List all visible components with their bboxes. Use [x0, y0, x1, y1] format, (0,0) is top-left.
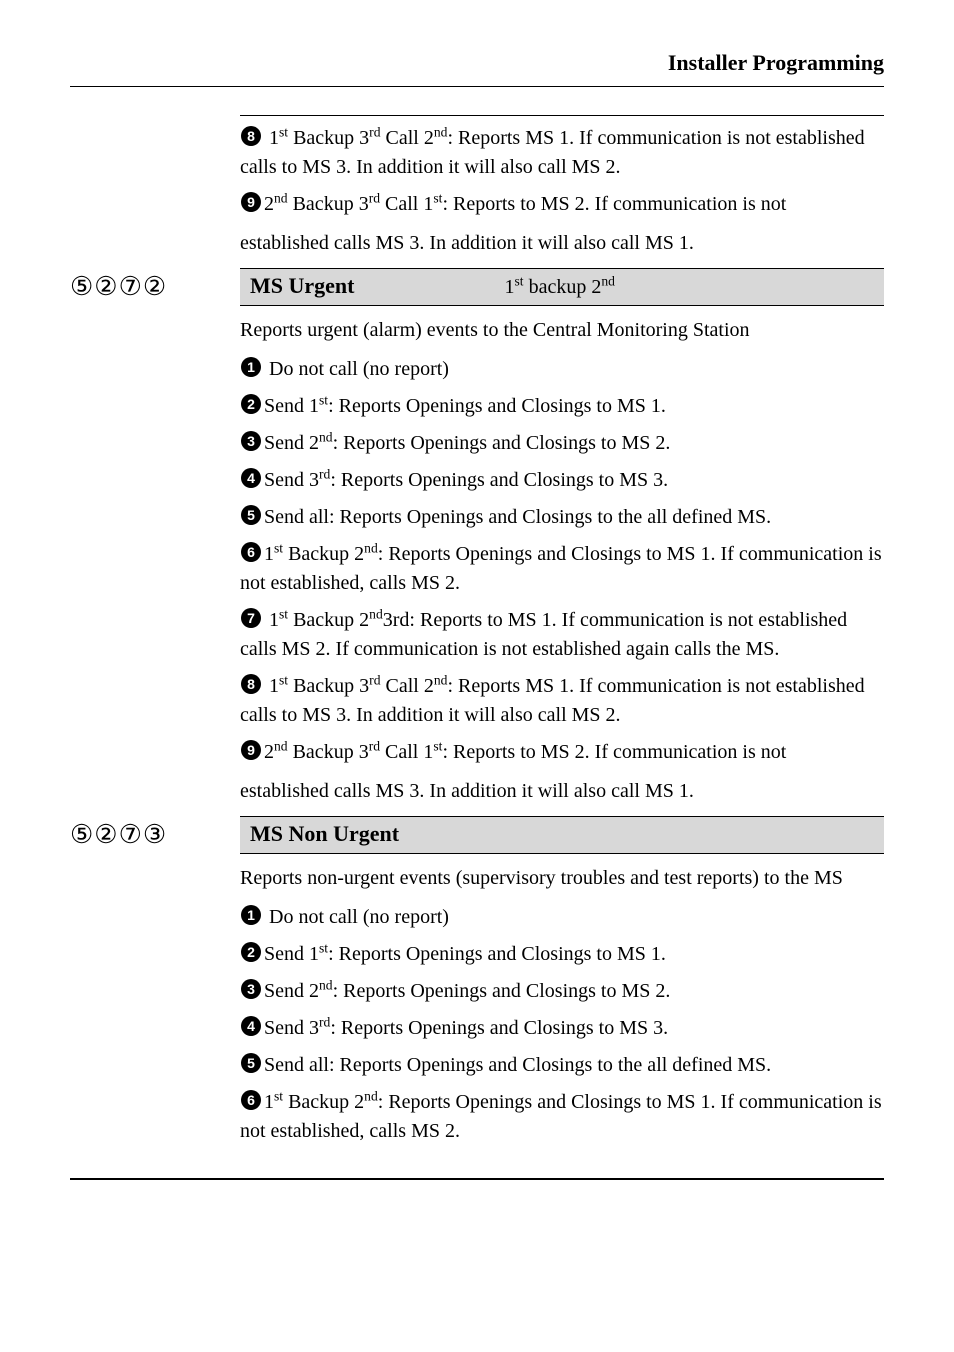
bullet-1-icon: 1 — [240, 356, 262, 378]
bullet-7-icon: 7 — [240, 607, 262, 629]
bullet-4-icon: 4 — [240, 467, 262, 489]
header-rule — [70, 86, 884, 87]
bullet-9-icon: 9 — [240, 191, 262, 213]
prelude-item: 8 1st Backup 3rd Call 2nd: Reports MS 1.… — [240, 124, 884, 182]
footer-rule — [70, 1178, 884, 1180]
list-item: 8 1st Backup 3rd Call 2nd: Reports MS 1.… — [240, 672, 884, 730]
bullet-6-icon: 6 — [240, 1089, 262, 1111]
section-tail: established calls MS 3. In addition it w… — [240, 777, 884, 806]
list-item: 5Send all: Reports Openings and Closings… — [240, 1051, 884, 1080]
section-row: ⑤②⑦③ MS Non Urgent Reports non-urgent even… — [70, 816, 884, 1154]
svg-text:7: 7 — [247, 610, 255, 626]
section-code: ⑤②⑦② — [70, 268, 240, 300]
section-title: MS Urgent — [250, 273, 354, 299]
list-item: 61st Backup 2nd: Reports Openings and Cl… — [240, 1088, 884, 1146]
prelude-content: 8 1st Backup 3rd Call 2nd: Reports MS 1.… — [240, 115, 884, 268]
prelude-item: 92nd Backup 3rd Call 1st: Reports to MS … — [240, 190, 884, 219]
section-header-bar: MS Non Urgent — [240, 816, 884, 854]
section-content: MS Urgent 1st backup 2nd Reports urgent (a… — [240, 268, 884, 816]
list-item: 4Send 3rd: Reports Openings and Closings… — [240, 1014, 884, 1043]
svg-text:4: 4 — [247, 470, 255, 486]
section-content: MS Non Urgent Reports non-urgent events (… — [240, 816, 884, 1154]
bullet-3-icon: 3 — [240, 430, 262, 452]
svg-text:9: 9 — [247, 194, 255, 210]
list-item: 7 1st Backup 2nd3rd: Reports to MS 1. If… — [240, 606, 884, 664]
list-item: 1 Do not call (no report) — [240, 355, 884, 384]
bullet-2-icon: 2 — [240, 941, 262, 963]
svg-text:6: 6 — [247, 1092, 255, 1108]
svg-text:5: 5 — [247, 1055, 255, 1071]
list-item: 3Send 2nd: Reports Openings and Closings… — [240, 429, 884, 458]
svg-text:2: 2 — [247, 944, 255, 960]
bullet-3-icon: 3 — [240, 978, 262, 1000]
bullet-8-icon: 8 — [240, 125, 262, 147]
svg-text:3: 3 — [247, 981, 255, 997]
section-title: MS Non Urgent — [250, 821, 399, 847]
section-intro: Reports non-urgent events (supervisory t… — [240, 864, 884, 893]
svg-text:1: 1 — [247, 359, 255, 375]
list-item: 92nd Backup 3rd Call 1st: Reports to MS … — [240, 738, 884, 767]
bullet-6-icon: 6 — [240, 541, 262, 563]
svg-text:1: 1 — [247, 907, 255, 923]
bullet-8-icon: 8 — [240, 673, 262, 695]
section-intro: Reports urgent (alarm) events to the Cen… — [240, 316, 884, 345]
section-code: ⑤②⑦③ — [70, 816, 240, 848]
list-item: 2Send 1st: Reports Openings and Closings… — [240, 940, 884, 969]
svg-text:5: 5 — [247, 507, 255, 523]
svg-text:8: 8 — [247, 128, 255, 144]
bullet-5-icon: 5 — [240, 504, 262, 526]
section-row: ⑤②⑦② MS Urgent 1st backup 2nd Reports urgen… — [70, 268, 884, 816]
svg-text:6: 6 — [247, 544, 255, 560]
list-item: 61st Backup 2nd: Reports Openings and Cl… — [240, 540, 884, 598]
list-item: 2Send 1st: Reports Openings and Closings… — [240, 392, 884, 421]
svg-text:9: 9 — [247, 742, 255, 758]
bullet-9-icon: 9 — [240, 739, 262, 761]
bullet-4-icon: 4 — [240, 1015, 262, 1037]
list-item: 4Send 3rd: Reports Openings and Closings… — [240, 466, 884, 495]
prelude-top-rule — [240, 115, 884, 116]
section-header-bar: MS Urgent 1st backup 2nd — [240, 268, 884, 306]
prelude-tail: established calls MS 3. In addition it w… — [240, 229, 884, 258]
svg-text:2: 2 — [247, 396, 255, 412]
svg-text:4: 4 — [247, 1018, 255, 1034]
section-subtitle: 1st backup 2nd — [504, 276, 614, 299]
svg-text:8: 8 — [247, 676, 255, 692]
page: Installer Programming 8 1st Backup 3rd C… — [0, 0, 954, 1352]
list-item: 1 Do not call (no report) — [240, 903, 884, 932]
bullet-5-icon: 5 — [240, 1052, 262, 1074]
list-item: 3Send 2nd: Reports Openings and Closings… — [240, 977, 884, 1006]
svg-text:3: 3 — [247, 433, 255, 449]
running-header: Installer Programming — [70, 50, 884, 76]
list-item: 5Send all: Reports Openings and Closings… — [240, 503, 884, 532]
bullet-2-icon: 2 — [240, 393, 262, 415]
bullet-1-icon: 1 — [240, 904, 262, 926]
prelude-row: 8 1st Backup 3rd Call 2nd: Reports MS 1.… — [70, 115, 884, 268]
